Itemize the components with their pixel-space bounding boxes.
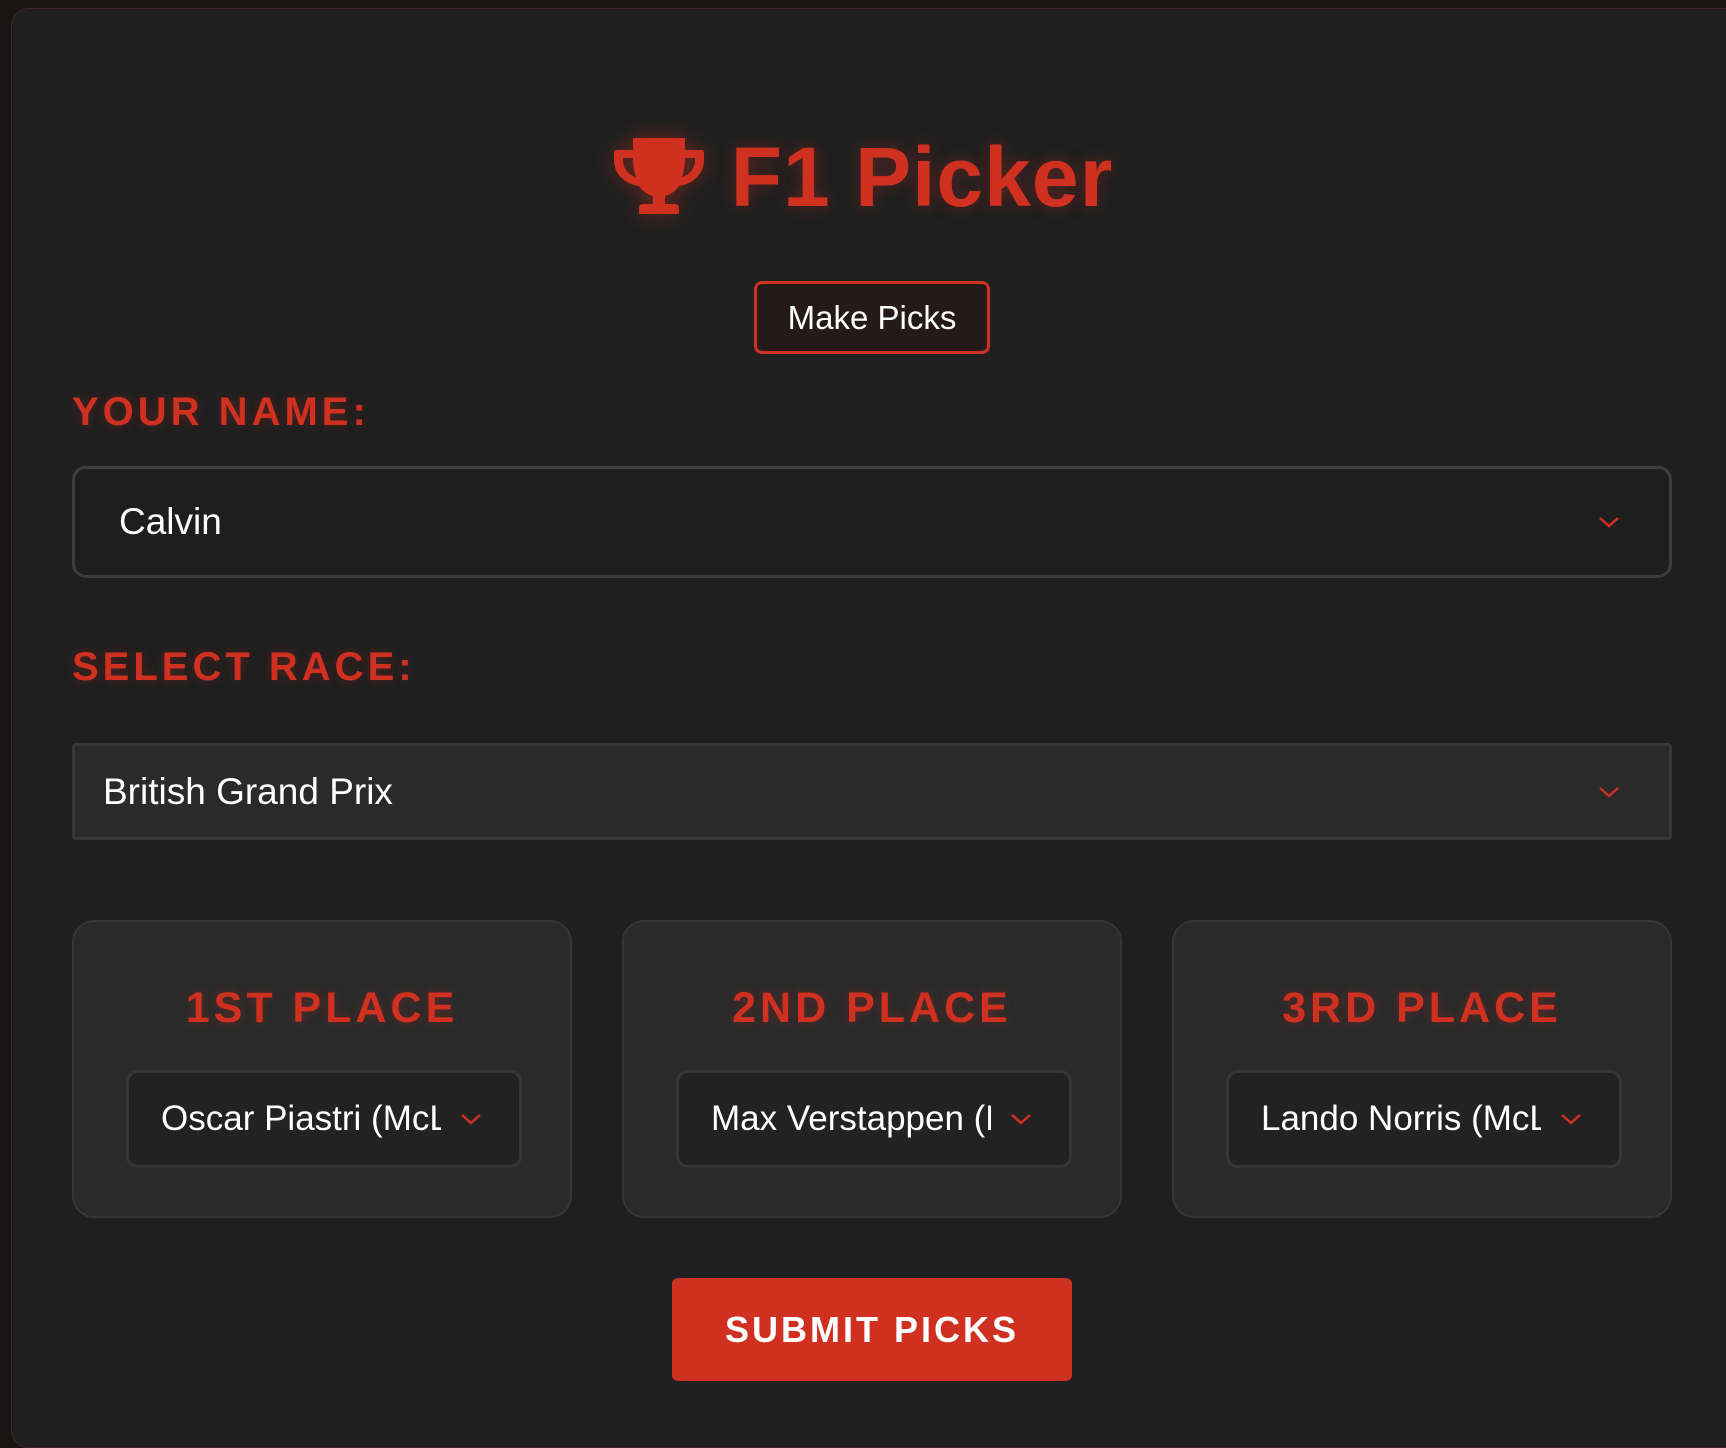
- chevron-down-icon: [461, 1114, 481, 1125]
- place-title: 3RD PLACE: [1282, 984, 1562, 1032]
- app-title: F1 Picker: [730, 130, 1114, 224]
- place-card-1st: 1ST PLACE Oscar Piastri (McLaren): [72, 920, 572, 1218]
- name-label: YOUR NAME:: [72, 390, 370, 434]
- name-select-value: Calvin: [119, 501, 222, 542]
- place-card-2nd: 2ND PLACE Max Verstappen (Red Bull): [622, 920, 1122, 1218]
- name-select[interactable]: Calvin: [72, 466, 1672, 578]
- chevron-down-icon: [1599, 786, 1619, 798]
- driver-select-value: Max Verstappen (Red Bull): [711, 1099, 991, 1138]
- place-card-3rd: 3RD PLACE Lando Norris (McLaren): [1172, 920, 1672, 1218]
- place-title: 2ND PLACE: [732, 984, 1012, 1032]
- driver-select-value: Oscar Piastri (McLaren): [161, 1099, 441, 1138]
- driver-select-value: Lando Norris (McLaren): [1261, 1099, 1541, 1138]
- race-select[interactable]: British Grand Prix: [72, 743, 1672, 840]
- app-header: F1 Picker: [0, 135, 1726, 219]
- race-label: SELECT RACE:: [72, 645, 416, 689]
- trophy-icon: [613, 138, 704, 214]
- chevron-down-icon: [1561, 1114, 1581, 1125]
- driver-select-3rd[interactable]: Lando Norris (McLaren): [1226, 1070, 1622, 1168]
- chevron-down-icon: [1011, 1114, 1031, 1125]
- place-title: 1ST PLACE: [185, 984, 459, 1032]
- app-panel: [11, 8, 1726, 1448]
- make-picks-button[interactable]: Make Picks: [754, 281, 990, 354]
- chevron-down-icon: [1599, 517, 1619, 528]
- driver-select-1st[interactable]: Oscar Piastri (McLaren): [126, 1070, 522, 1168]
- race-select-value: British Grand Prix: [103, 770, 393, 812]
- driver-select-2nd[interactable]: Max Verstappen (Red Bull): [676, 1070, 1072, 1168]
- submit-picks-button[interactable]: SUBMIT PICKS: [672, 1278, 1072, 1381]
